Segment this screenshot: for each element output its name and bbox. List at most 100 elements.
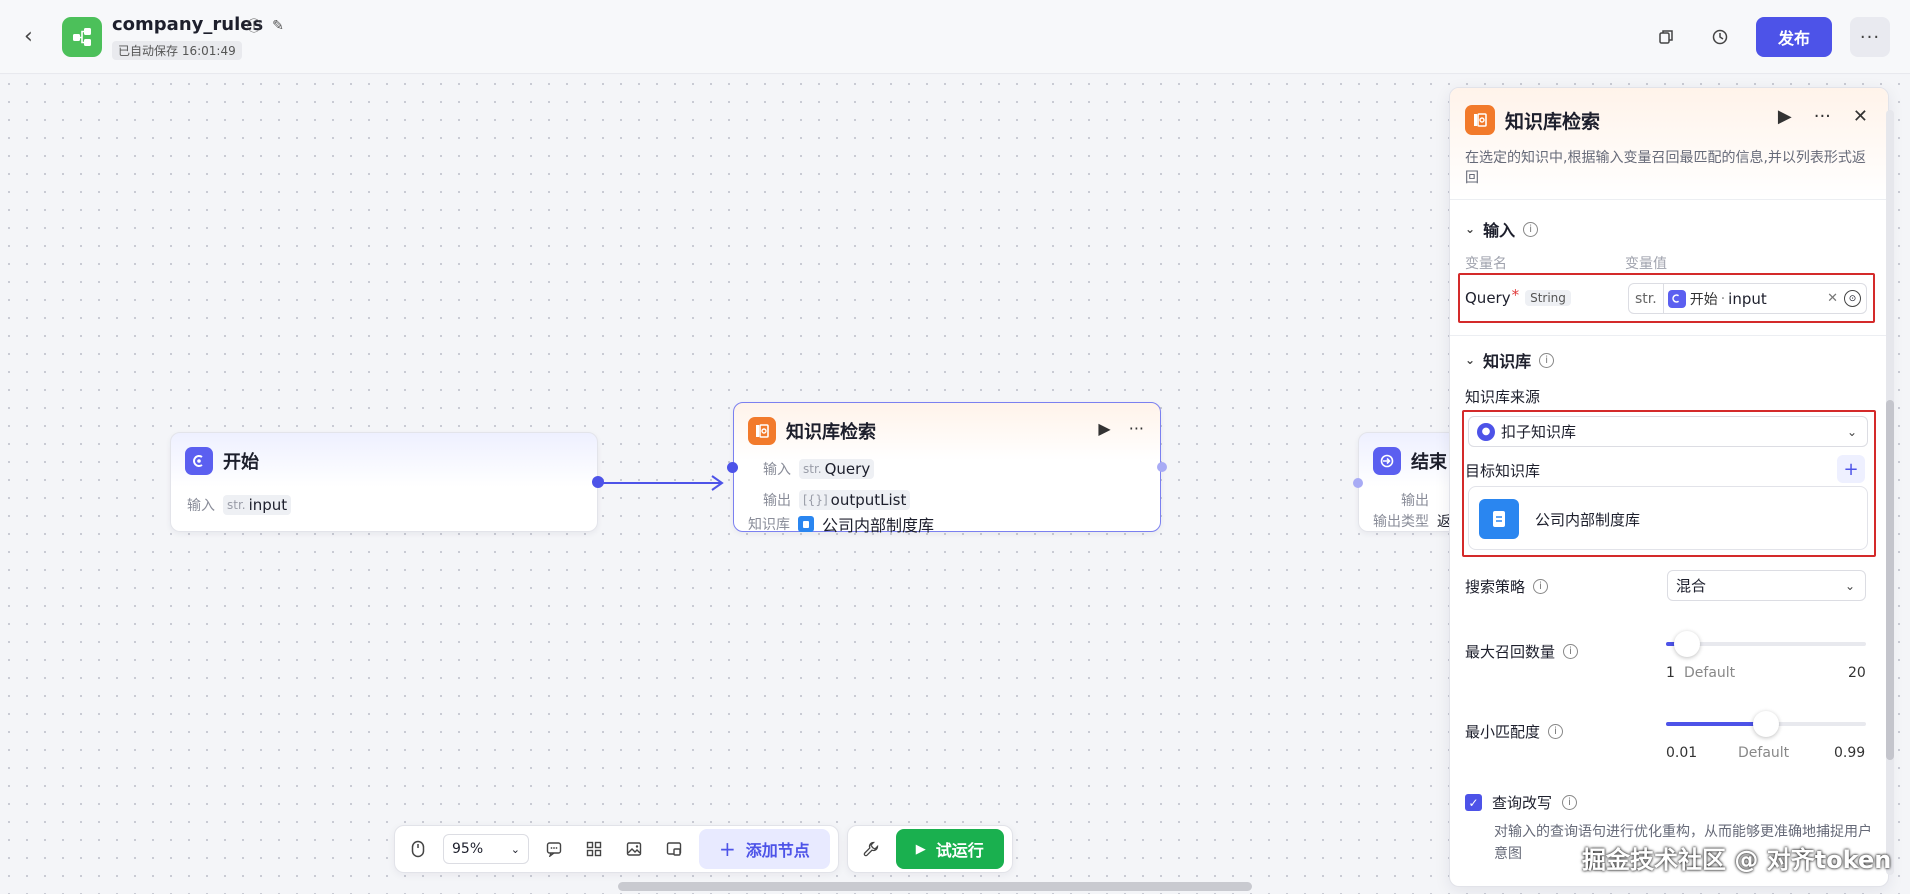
variable-picker-icon[interactable]: ⊙	[1844, 290, 1861, 307]
minimap-icon[interactable]	[659, 834, 689, 864]
panel-title: 知识库检索	[1505, 111, 1601, 133]
chevron-down-icon: ⌄	[1465, 222, 1476, 236]
kb-section-header[interactable]: ⌄ 知识库 i	[1465, 348, 1555, 372]
more-dots-icon[interactable]: ···	[1129, 419, 1144, 438]
info-icon[interactable]: i	[1533, 579, 1549, 594]
target-kb-name: 公司内部制度库	[1535, 511, 1641, 529]
comment-icon[interactable]	[539, 834, 569, 864]
rewrite-label: 查询改写	[1492, 794, 1553, 812]
zoom-value: 95%	[452, 841, 484, 857]
strategy-select[interactable]: 混合 ⌄	[1667, 570, 1866, 601]
max-recall-slider[interactable]	[1666, 631, 1866, 657]
more-options-button[interactable]: ···	[1850, 17, 1890, 57]
canvas-tools-group: 95% ⌄ + 添加节点	[394, 825, 839, 873]
edge-start-to-kb	[598, 475, 724, 491]
end-icon	[1373, 447, 1401, 475]
info-icon[interactable]: i	[1539, 352, 1555, 368]
clear-icon[interactable]: ✕	[1827, 291, 1838, 306]
history-icon[interactable]	[1702, 19, 1738, 55]
info-icon[interactable]: i	[1523, 221, 1539, 237]
info-icon[interactable]: ⓘ	[246, 18, 262, 35]
panel-scrollbar[interactable]	[1886, 110, 1894, 875]
max-recall-min: 1	[1666, 665, 1675, 681]
rewrite-checkbox[interactable]: ✓	[1465, 794, 1482, 811]
slider-handle[interactable]	[1674, 631, 1701, 657]
required-mark: *	[1511, 286, 1520, 304]
kb-source-label: 知识库来源	[1465, 388, 1541, 406]
more-dots-icon[interactable]: ···	[1814, 106, 1831, 127]
value-source: 开始	[1689, 291, 1718, 308]
add-kb-icon[interactable]: +	[1837, 455, 1865, 483]
kb-source-value: 扣子知识库	[1501, 423, 1577, 441]
chevron-down-icon: ⌄	[1846, 424, 1857, 439]
zoom-select[interactable]: 95% ⌄	[443, 834, 529, 864]
kb-output-label: 输出	[763, 493, 791, 509]
chevron-down-icon: ⌄	[1844, 578, 1855, 593]
start-icon	[185, 447, 213, 475]
min-match-label: 最小匹配度	[1465, 723, 1541, 741]
value-type-prefix: str.	[1629, 284, 1664, 313]
kb-kb-label: 知识库	[748, 517, 790, 533]
input-section-header[interactable]: ⌄ 输入 i	[1465, 217, 1539, 241]
kb-output-port[interactable]	[1157, 462, 1167, 472]
end-input-port[interactable]	[1353, 478, 1363, 488]
kb-section-title: 知识库	[1483, 352, 1532, 371]
kb-panel-icon	[1465, 105, 1495, 135]
min-match-max: 0.99	[1834, 745, 1866, 761]
chevron-down-icon: ⌄	[1465, 353, 1476, 367]
horizontal-scrollbar[interactable]	[618, 882, 1252, 891]
kb-retrieval-node[interactable]: 知识库检索 ▶ ··· 输入 str. Query 输出 [{}] outputLi…	[727, 402, 1167, 535]
run-node-icon[interactable]: ▶	[1098, 419, 1110, 438]
end-output-label: 输出	[1401, 493, 1429, 509]
target-kb-item[interactable]: 公司内部制度库	[1468, 486, 1868, 550]
close-icon[interactable]: ✕	[1853, 106, 1868, 127]
end-output-type-label: 输出类型	[1373, 514, 1429, 530]
end-node[interactable]: 结束 输出 输出类型 返	[1353, 432, 1458, 532]
value-var: input	[1728, 289, 1767, 308]
workflow-logo-icon	[62, 17, 102, 57]
info-icon[interactable]: i	[1563, 644, 1579, 659]
info-icon[interactable]: i	[1548, 724, 1564, 739]
info-icon[interactable]: i	[1562, 795, 1578, 810]
panel-description: 在选定的知识中,根据输入变量召回最匹配的信息,并以列表形式返回	[1465, 150, 1866, 186]
query-var-name: Query	[1465, 289, 1511, 307]
col-name-label: 变量名	[1465, 256, 1507, 272]
back-arrow-icon[interactable]: ‹	[24, 25, 48, 49]
kb-input-label: 输入	[763, 462, 791, 478]
play-icon: ▶	[915, 841, 926, 857]
min-match-min: 0.01	[1666, 745, 1698, 761]
image-icon[interactable]	[619, 834, 649, 864]
edit-icon[interactable]: ✎	[270, 18, 286, 34]
start-node-title: 开始	[223, 452, 259, 473]
kb-input-tag: str. Query	[799, 459, 875, 479]
min-match-slider[interactable]	[1666, 711, 1866, 737]
grid-layout-icon[interactable]	[579, 834, 609, 864]
kb-input-port[interactable]	[727, 462, 738, 473]
panel-header: 知识库检索 ▶ ··· ✕ 在选定的知识中,根据输入变量召回最匹配的信息,并以列…	[1450, 88, 1888, 200]
chevron-down-icon: ⌄	[510, 842, 520, 856]
document-icon	[1479, 499, 1519, 539]
query-type-badge: String	[1525, 290, 1571, 306]
start-icon	[1667, 289, 1686, 308]
input-section-title: 输入	[1483, 221, 1516, 240]
node-config-panel: 知识库检索 ▶ ··· ✕ 在选定的知识中,根据输入变量召回最匹配的信息,并以列…	[1449, 87, 1889, 887]
kb-node-icon	[748, 417, 776, 445]
top-header: ‹ company_rules ⓘ ✎ 已自动保存 16:01:49 发布 ··…	[0, 0, 1910, 74]
query-value-field[interactable]: str. 开始 · input ✕ ⊙	[1628, 283, 1867, 314]
end-node-title: 结束	[1411, 452, 1447, 473]
test-run-button[interactable]: ▶ 试运行	[895, 829, 1004, 869]
start-node[interactable]: 开始 输入 str. input	[170, 432, 604, 532]
strategy-label: 搜索策略	[1465, 578, 1526, 596]
kb-source-select[interactable]: ● 扣子知识库 ⌄	[1468, 416, 1868, 447]
slider-handle[interactable]	[1753, 711, 1779, 737]
publish-button[interactable]: 发布	[1756, 17, 1832, 57]
start-output-port[interactable]	[592, 476, 604, 488]
app-title: company_rules	[112, 14, 264, 35]
start-input-label: 输入	[187, 498, 215, 514]
add-node-button[interactable]: + 添加节点	[699, 829, 830, 869]
run-node-icon[interactable]: ▶	[1778, 106, 1792, 127]
copy-icon[interactable]	[1648, 19, 1684, 55]
mouse-mode-icon[interactable]	[403, 834, 433, 864]
bottom-toolbar: 95% ⌄ + 添加节点 ▶ 试运行	[394, 825, 1044, 873]
wrench-icon[interactable]	[856, 834, 886, 864]
